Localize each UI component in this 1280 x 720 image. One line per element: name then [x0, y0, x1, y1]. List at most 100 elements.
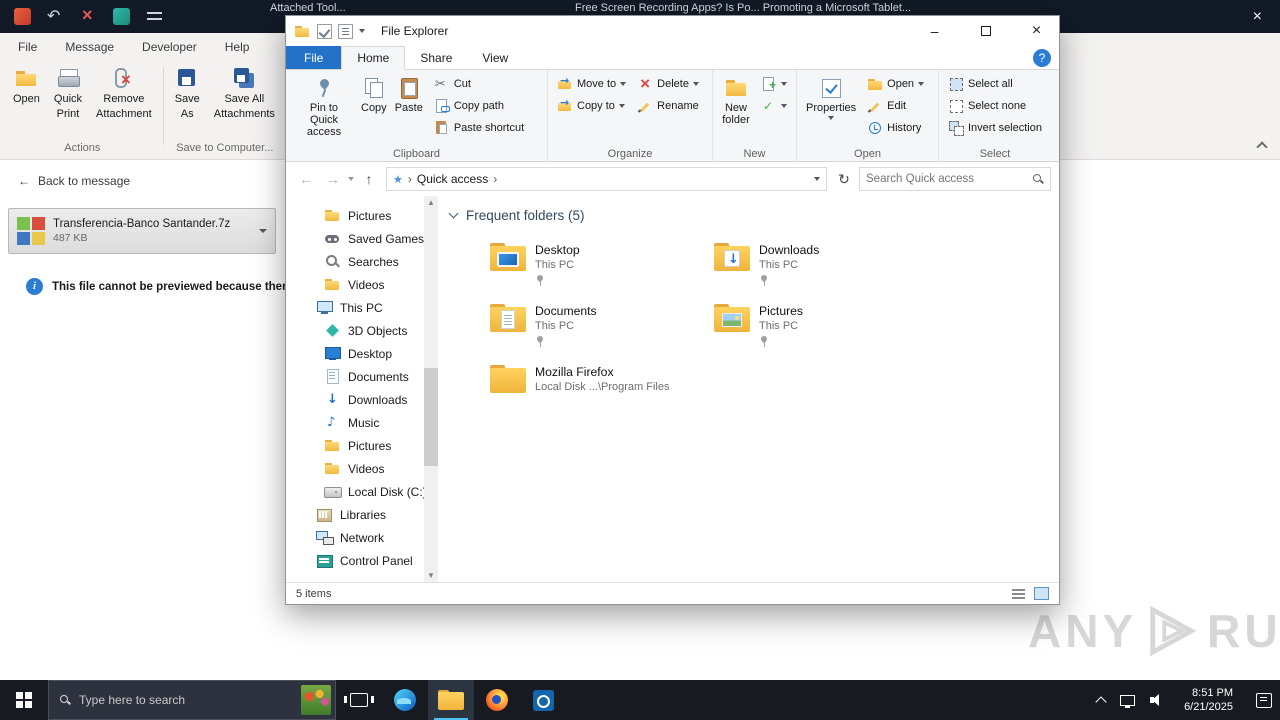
explorer-title-bar[interactable]: File Explorer – × [286, 16, 1059, 46]
sidebar-item-saved-games[interactable]: Saved Games [286, 227, 424, 250]
tab-developer[interactable]: Developer [142, 40, 197, 54]
close-button[interactable]: × [1014, 16, 1059, 46]
sidebar-item-libraries[interactable]: Libraries [286, 503, 424, 526]
history-button[interactable]: History [863, 118, 928, 138]
taskbar-firefox-button[interactable] [474, 680, 520, 720]
action-center-icon[interactable] [1256, 692, 1272, 708]
quick-print-button[interactable]: Quick Print [47, 61, 89, 125]
copy-path-button[interactable]: Copy path [430, 96, 528, 116]
tab-share[interactable]: Share [405, 46, 467, 69]
tab-message[interactable]: Message [65, 40, 114, 54]
delete-button[interactable]: Delete [633, 74, 703, 94]
paste-shortcut-button[interactable]: Paste shortcut [430, 118, 528, 138]
chevron-down-icon[interactable] [448, 208, 459, 219]
invert-selection-button[interactable]: Invert selection [944, 118, 1046, 138]
tab-file[interactable]: File [286, 46, 342, 69]
taskbar-file-explorer-button[interactable] [428, 680, 474, 720]
attachment-chip[interactable]: Transferencia-Banco Santander.7z 487 KB [8, 208, 276, 254]
pin-to-quick-access-button[interactable]: Pin to Quick access [291, 74, 357, 140]
volume-icon[interactable] [1150, 694, 1165, 706]
search-input[interactable] [866, 173, 1028, 185]
cut-button[interactable]: Cut [430, 74, 528, 94]
folder-tile-mozilla-firefox[interactable]: Mozilla Firefox Local Disk ...\Program F… [486, 361, 700, 397]
taskbar-edge-button[interactable] [382, 680, 428, 720]
taskbar-search-box[interactable]: Type here to search [48, 680, 336, 720]
open-button[interactable]: Open [6, 61, 47, 113]
search-box[interactable] [859, 167, 1051, 191]
scrollbar-thumb[interactable] [424, 368, 438, 466]
sidebar-item-3d-objects[interactable]: 3D Objects [286, 319, 424, 342]
tab-home[interactable]: Home [341, 46, 406, 70]
back-button[interactable]: ← [294, 171, 318, 187]
copy-button[interactable]: Copy [357, 74, 391, 116]
task-view-button[interactable] [336, 680, 382, 720]
address-dropdown-icon[interactable] [814, 177, 820, 181]
help-button[interactable]: ? [1033, 48, 1051, 67]
settings-icon[interactable] [146, 8, 163, 25]
undo-icon[interactable] [47, 6, 64, 26]
save-as-button[interactable]: Save As [168, 61, 207, 125]
select-none-button[interactable]: Select none [944, 96, 1046, 116]
sidebar-item-downloads[interactable]: Downloads [286, 388, 424, 411]
edit-button[interactable]: Edit [863, 96, 928, 116]
tab-file[interactable]: File [18, 40, 37, 54]
new-item-button[interactable] [757, 74, 791, 94]
folder-tile-pictures[interactable]: Pictures This PC [710, 300, 924, 353]
rename-button[interactable]: Rename [633, 96, 703, 116]
breadcrumb-separator-2[interactable]: › [493, 172, 497, 186]
search-highlight-image[interactable] [301, 685, 331, 715]
breadcrumb[interactable]: ★ › Quick access › [386, 167, 827, 191]
app-logo-icon[interactable] [14, 8, 31, 25]
folder-tile-downloads[interactable]: Downloads This PC [710, 239, 924, 292]
refresh-button[interactable]: ↻ [832, 171, 856, 188]
start-button[interactable] [0, 680, 48, 720]
sidebar-item-videos-qa[interactable]: Videos [286, 273, 424, 296]
details-view-icon[interactable] [1011, 587, 1026, 600]
sidebar-item-music[interactable]: Music [286, 411, 424, 434]
recent-locations-dropdown-icon[interactable] [348, 177, 354, 181]
sidebar-item-control-panel[interactable]: Control Panel [286, 549, 424, 572]
folder-tile-desktop[interactable]: Desktop This PC [486, 239, 700, 292]
close-window-button[interactable]: × [1245, 0, 1270, 33]
minimize-button[interactable]: – [912, 16, 957, 46]
properties-button[interactable]: Properties [802, 74, 860, 122]
select-all-button[interactable]: Select all [944, 74, 1046, 94]
save-all-attachments-button[interactable]: Save All Attachments [207, 61, 282, 125]
qat-customize-dropdown-icon[interactable] [359, 29, 365, 33]
taskbar-outlook-button[interactable] [520, 680, 566, 720]
taskbar-clock[interactable]: 8:51 PM 6/21/2025 [1180, 686, 1237, 714]
sidebar-item-pictures-qa[interactable]: Pictures [286, 204, 424, 227]
tab-view[interactable]: View [467, 46, 523, 69]
sidebar-item-this-pc[interactable]: This PC [286, 296, 424, 319]
sidebar-item-local-disk-c[interactable]: Local Disk (C:) [286, 480, 427, 503]
cancel-icon[interactable] [80, 5, 97, 26]
network-tray-icon[interactable] [1120, 694, 1136, 708]
qat-properties-icon[interactable] [317, 23, 332, 39]
search-icon[interactable] [1032, 173, 1044, 185]
tool-icon[interactable] [113, 8, 130, 25]
sidebar-item-videos[interactable]: Videos [286, 457, 424, 480]
maximize-button[interactable] [963, 16, 1008, 46]
breadcrumb-quick-access[interactable]: Quick access [417, 172, 488, 186]
sidebar-item-network[interactable]: Network [286, 526, 424, 549]
paste-button[interactable]: Paste [391, 74, 427, 116]
nav-scrollbar[interactable]: ▲ ▼ [424, 196, 438, 582]
copy-to-button[interactable]: Copy to [553, 95, 630, 116]
sidebar-item-searches[interactable]: Searches [286, 250, 424, 273]
sidebar-item-desktop[interactable]: Desktop [286, 342, 424, 365]
easy-access-button[interactable] [757, 96, 791, 116]
open-item-button[interactable]: Open [863, 74, 928, 94]
forward-button[interactable]: → [321, 171, 345, 187]
large-icons-view-icon[interactable] [1034, 587, 1049, 600]
up-button[interactable]: ↑ [357, 171, 381, 187]
remove-attachment-button[interactable]: Remove Attachment [89, 61, 159, 125]
scroll-up-icon[interactable]: ▲ [424, 198, 438, 207]
attachment-dropdown-icon[interactable] [259, 229, 267, 233]
tab-help[interactable]: Help [225, 40, 250, 54]
scroll-down-icon[interactable]: ▼ [424, 571, 438, 580]
qat-new-folder-icon[interactable] [338, 23, 353, 39]
show-hidden-icons-chevron[interactable] [1095, 695, 1107, 708]
folder-tile-documents[interactable]: Documents This PC [486, 300, 700, 353]
frequent-folders-header[interactable]: Frequent folders (5) [448, 208, 1059, 223]
move-to-button[interactable]: Move to [553, 73, 630, 94]
